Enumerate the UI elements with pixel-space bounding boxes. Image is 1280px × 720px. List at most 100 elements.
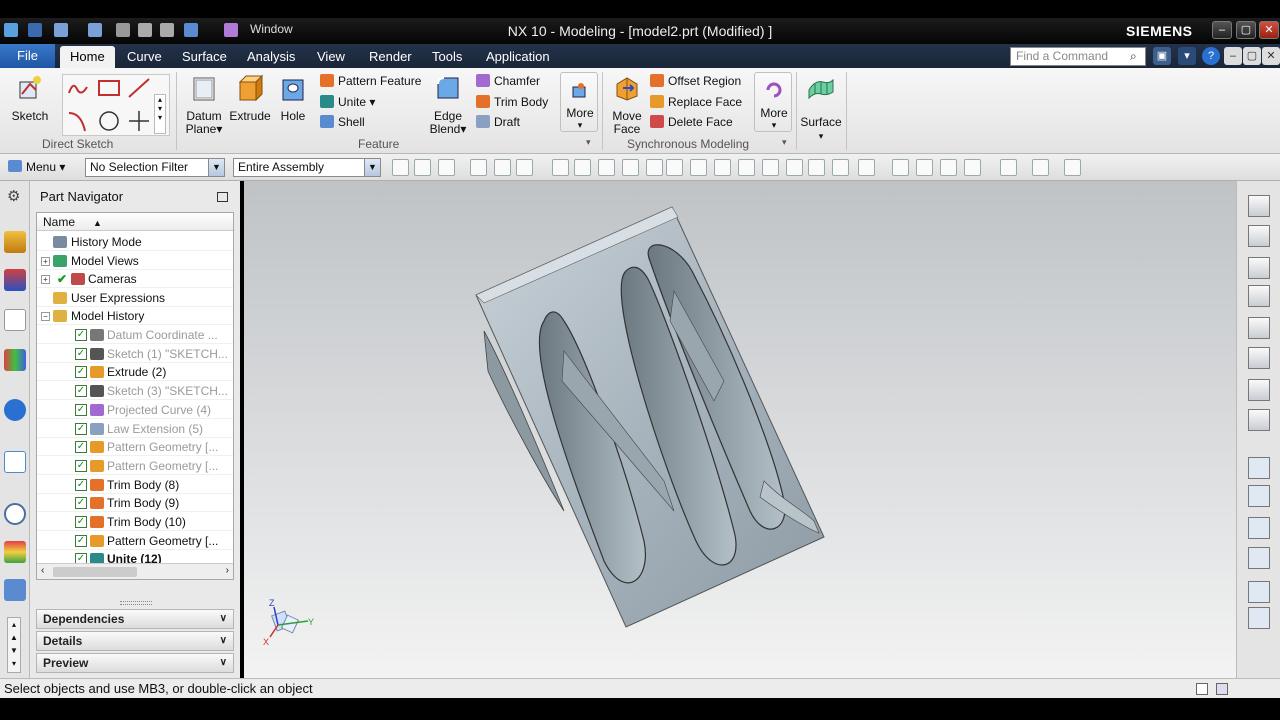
find-command-input[interactable]: Find a Command	[1010, 47, 1146, 66]
hole-button[interactable]: Hole	[274, 72, 312, 124]
tree-row-trim-body-9[interactable]: ✓ Trim Body (9)	[37, 494, 233, 513]
preview-panel[interactable]: Preview ∨	[36, 653, 234, 673]
shell-button[interactable]: Shell	[320, 112, 365, 132]
tree-row-sketch-1[interactable]: ✓ Sketch (1) "SKETCH...	[37, 345, 233, 363]
visibility-checkbox[interactable]: ✓	[75, 347, 87, 360]
refresh-icon[interactable]	[1248, 547, 1270, 569]
snap-curve-icon[interactable]	[808, 159, 825, 176]
visibility-checkbox[interactable]: ✓	[75, 478, 87, 491]
maximize-button[interactable]: ▢	[1236, 21, 1256, 39]
back-view-icon[interactable]	[1248, 347, 1270, 369]
visibility-checkbox[interactable]: ✓	[75, 366, 87, 379]
tab-render[interactable]: Render	[359, 46, 422, 68]
lattice-part[interactable]	[475, 206, 825, 628]
circle-icon[interactable]	[99, 111, 119, 131]
select-feature-icon[interactable]	[392, 159, 409, 176]
draft-button[interactable]: Draft	[476, 112, 520, 132]
right-view-icon[interactable]	[1248, 285, 1270, 307]
snap-tangent-icon[interactable]	[690, 159, 707, 176]
move-face-button[interactable]: Move Face	[606, 72, 648, 136]
visibility-checkbox[interactable]: ✓	[75, 422, 87, 435]
tree-row-cameras[interactable]: + ✔ Cameras	[37, 270, 233, 288]
snap-view-icon[interactable]	[1248, 581, 1270, 603]
general-selection-icon[interactable]	[438, 159, 455, 176]
visibility-checkbox[interactable]: ✓	[75, 459, 87, 472]
deselect-icon[interactable]	[516, 159, 533, 176]
tree-row-pattern-geometry-11[interactable]: ✓ Pattern Geometry [...	[37, 532, 233, 550]
name-column-header[interactable]: Name ▲	[37, 213, 233, 231]
scroll-right-icon[interactable]: ›	[226, 565, 229, 576]
tree-row-sketch-3[interactable]: ✓ Sketch (3) "SKETCH...	[37, 382, 233, 401]
hd3d-tools-icon[interactable]	[4, 399, 26, 421]
reuse-library-icon[interactable]	[4, 349, 26, 371]
tab-analysis[interactable]: Analysis	[237, 46, 305, 68]
menu-button[interactable]: Menu ▾	[26, 160, 65, 174]
chamfer-button[interactable]: Chamfer	[476, 71, 540, 91]
doc-close-button[interactable]: ✕	[1262, 47, 1280, 65]
wcs-triad[interactable]: Z Y X	[263, 598, 314, 647]
offset-region-button[interactable]: Offset Region	[650, 71, 741, 91]
tab-application[interactable]: Application	[476, 46, 560, 68]
shaded-with-edges-icon[interactable]	[1248, 195, 1270, 217]
scroll-left-icon[interactable]: ‹	[41, 565, 44, 576]
left-view-icon[interactable]	[1248, 317, 1270, 339]
snap-endpoint-icon[interactable]	[598, 159, 615, 176]
rectangle-select-icon[interactable]	[494, 159, 511, 176]
tree-row-model-views[interactable]: + Model Views	[37, 252, 233, 270]
section-view-icon[interactable]	[1248, 607, 1270, 629]
navigator-pin-icon[interactable]	[217, 192, 228, 202]
edge-blend-button[interactable]: Edge Blend▾	[426, 72, 470, 136]
profile-icon[interactable]	[68, 84, 88, 94]
zoom-icon[interactable]	[1248, 485, 1270, 507]
help-icon[interactable]: ?	[1202, 47, 1220, 65]
doc-restore-button[interactable]: ▢	[1243, 47, 1261, 65]
arc-icon[interactable]	[68, 112, 86, 132]
visibility-checkbox[interactable]: ✓	[75, 534, 87, 547]
tree-row-pattern-geometry-6[interactable]: ✓ Pattern Geometry [...	[37, 438, 233, 457]
tree-row-datum-coordinate[interactable]: ✓ Datum Coordinate ...	[37, 326, 233, 344]
sketch-button[interactable]: Sketch	[8, 72, 52, 124]
fit-icon[interactable]	[1248, 457, 1270, 479]
tree-row-history-mode[interactable]: History Mode	[37, 233, 233, 251]
full-screen-icon[interactable]	[1196, 683, 1208, 695]
history-icon[interactable]	[4, 503, 26, 525]
tab-tools[interactable]: Tools	[422, 46, 472, 68]
snap-arc-center-icon[interactable]	[738, 159, 755, 176]
status-toggle-icon[interactable]	[1216, 683, 1228, 695]
sync-more-button[interactable]: More ▾	[754, 72, 792, 132]
tab-file[interactable]: File	[0, 44, 55, 68]
process-studio-icon[interactable]	[4, 579, 26, 601]
visibility-checkbox[interactable]: ✓	[75, 403, 87, 416]
feature-more-button[interactable]: More ▾	[560, 72, 598, 132]
clip-icon[interactable]	[1064, 159, 1081, 176]
tree-row-trim-body-8[interactable]: ✓ Trim Body (8)	[37, 476, 233, 494]
snap-intersection-icon[interactable]	[762, 159, 779, 176]
color-icon[interactable]	[1000, 159, 1017, 176]
rotate-icon[interactable]	[940, 159, 957, 176]
unite-button[interactable]: Unite ▾	[320, 92, 375, 112]
snap-center-icon[interactable]	[714, 159, 731, 176]
tab-view[interactable]: View	[307, 46, 355, 68]
feature-group-options-icon[interactable]: ▾	[586, 137, 591, 148]
pattern-feature-button[interactable]: Pattern Feature	[320, 71, 421, 91]
selection-filter-select[interactable]: No Selection Filter ▼	[85, 158, 225, 177]
dependencies-panel[interactable]: Dependencies ∨	[36, 609, 234, 629]
collapse-icon[interactable]: −	[41, 312, 50, 321]
trim-body-button[interactable]: Trim Body	[476, 92, 548, 112]
datum-plane-button[interactable]: Datum Plane▾	[182, 72, 226, 136]
tree-row-model-history[interactable]: − Model History	[37, 307, 233, 325]
fit-view-icon[interactable]	[892, 159, 909, 176]
expand-icon[interactable]: +	[41, 275, 50, 284]
sketch-gallery-scroll[interactable]: ▴ ▾ ▾	[154, 94, 166, 134]
top-view-icon[interactable]	[1248, 257, 1270, 279]
snap-existing-icon[interactable]	[858, 159, 875, 176]
expand-icon[interactable]: +	[41, 257, 50, 266]
visibility-checkbox[interactable]: ✓	[75, 516, 87, 528]
scroll-thumb[interactable]	[53, 567, 137, 577]
tab-curve[interactable]: Curve	[117, 46, 172, 68]
resource-bar-scroll[interactable]: ▴ ▲ ▼ ▾	[7, 617, 21, 673]
graphics-window[interactable]: Z Y X	[244, 181, 1236, 678]
snap-quadrant-icon[interactable]	[832, 159, 849, 176]
tree-row-projected-curve-4[interactable]: ✓ Projected Curve (4)	[37, 401, 233, 419]
rotate-icon[interactable]	[1248, 517, 1270, 539]
